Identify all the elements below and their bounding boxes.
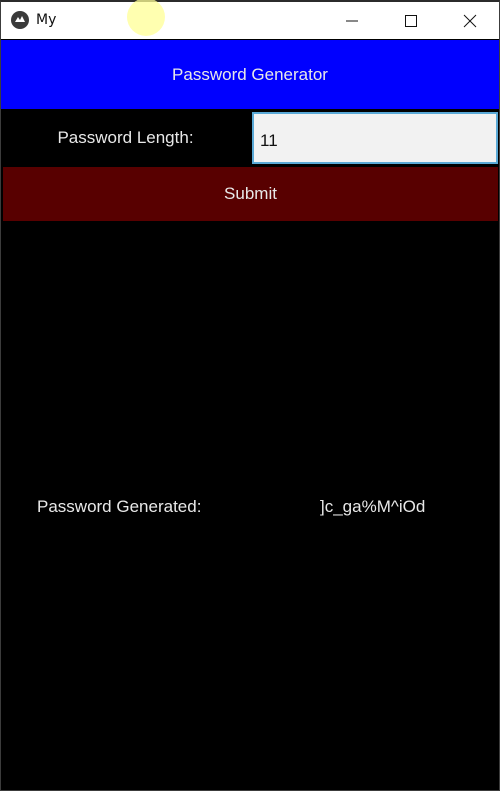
title-bar[interactable]: My [1,0,499,39]
header-banner: Password Generator [1,40,499,109]
password-length-label-text: Password Length: [57,128,194,147]
submit-button[interactable]: Submit [3,167,498,221]
password-length-label: Password Length: [1,111,250,165]
maximize-button[interactable] [382,2,440,39]
close-button[interactable] [441,2,499,39]
maximize-icon [405,15,417,27]
cursor-highlight [127,0,165,36]
close-icon [463,14,477,28]
password-generated-value: ]c_ga%M^iOd [320,497,426,516]
password-generated-label: Password Generated: [37,497,202,516]
minimize-icon [346,20,358,22]
window-title: My [36,12,57,28]
password-length-input[interactable] [252,112,498,164]
minimize-button[interactable] [323,2,381,39]
app-window: My Password Generator Password Length: S… [0,0,500,791]
submit-button-label: Submit [224,184,277,203]
header-title: Password Generator [172,64,328,84]
kivy-app-icon [11,11,29,29]
